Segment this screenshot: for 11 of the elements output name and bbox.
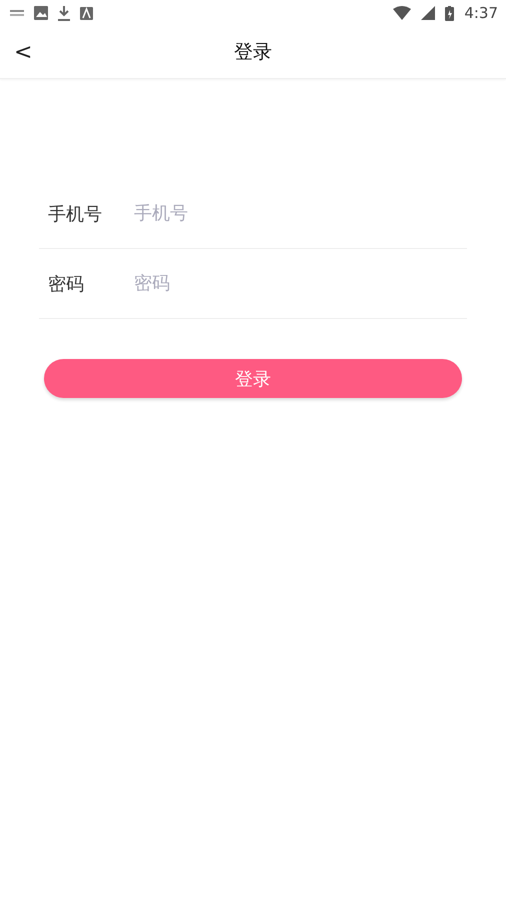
- field-label: 密码: [47, 272, 85, 296]
- download-icon: [58, 6, 70, 20]
- back-button[interactable]: <: [10, 40, 36, 64]
- signal-icon: [421, 6, 436, 20]
- battery-icon: [445, 6, 454, 20]
- app-icon: [80, 6, 93, 20]
- page-title: 登录: [234, 40, 272, 65]
- image-icon: [34, 6, 48, 20]
- wifi-icon: [393, 6, 412, 20]
- status-time: 4:37: [464, 4, 498, 22]
- field-label: 手机号: [47, 202, 103, 226]
